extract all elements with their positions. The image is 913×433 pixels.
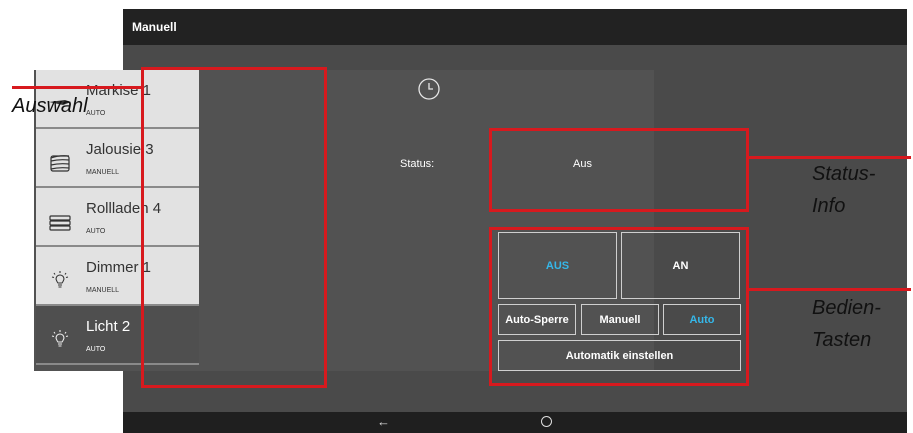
clock-icon[interactable] — [417, 77, 441, 101]
bedien-pointer — [749, 288, 911, 291]
home-icon[interactable] — [541, 416, 552, 427]
stage: Manuell ← Markise 1 AUTO Jalousie 3 MANU… — [0, 0, 913, 433]
status-info-highlight — [489, 128, 749, 212]
blinds-icon — [50, 155, 70, 172]
annotation-bedien-line2: Tasten — [812, 329, 872, 351]
annotation-status-line1: Status- — [812, 163, 876, 185]
annotation-auswahl: Auswahl — [12, 95, 88, 117]
device-mode: MANUELL — [86, 169, 120, 176]
device-mode: AUTO — [86, 228, 106, 235]
page-title: Manuell — [132, 20, 177, 34]
back-icon[interactable]: ← — [377, 415, 390, 429]
annotation-status-line2: Info — [812, 195, 846, 217]
title-bar: Manuell — [123, 9, 907, 45]
annotation-bedien-line1: Bedien- — [812, 297, 881, 319]
bedien-tasten-highlight — [489, 227, 749, 386]
device-name: Licht 2 — [86, 318, 131, 335]
status-pointer — [749, 156, 911, 159]
auswahl-pointer — [12, 86, 142, 89]
android-nav-bar: ← — [123, 412, 907, 433]
shutter-icon — [49, 215, 71, 231]
bulb-icon — [51, 330, 69, 347]
auswahl-highlight — [141, 67, 327, 388]
device-mode: AUTO — [86, 346, 106, 353]
device-mode: AUTO — [86, 110, 106, 117]
status-label: Status: — [400, 158, 435, 170]
device-mode: MANUELL — [86, 287, 120, 294]
bulb-icon — [51, 271, 69, 288]
